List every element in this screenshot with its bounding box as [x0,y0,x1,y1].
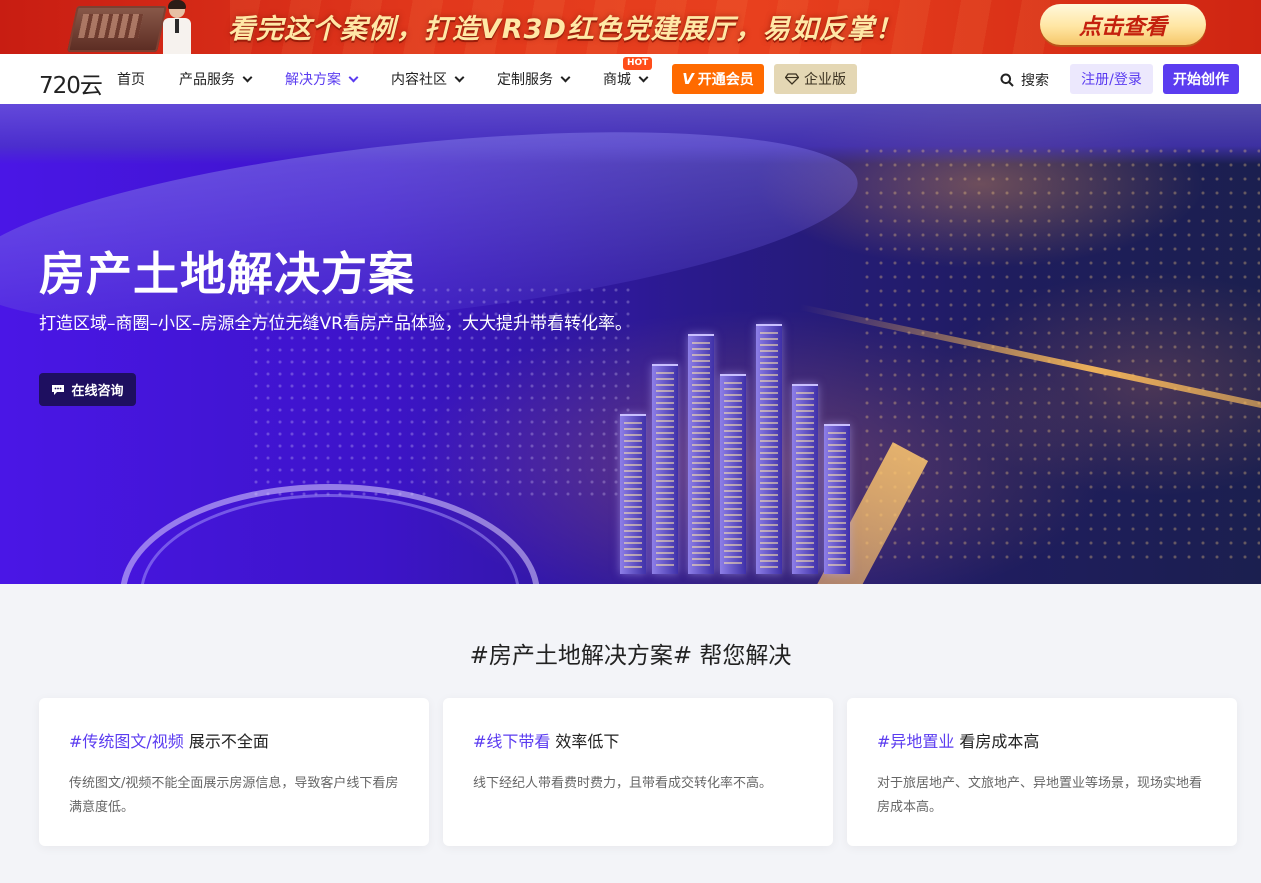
nav-item-label: 解决方案 [285,72,341,88]
chevron-down-icon [454,72,465,82]
online-consult-label: 在线咨询 [71,384,124,399]
card-description: 传统图文/视频不能全面展示房源信息，导致客户线下看房满意度低。 [69,776,399,815]
promo-banner[interactable]: 看完这个案例，打造VR3D红色党建展厅，易如反掌！ 点击查看 [0,0,1261,54]
card-title-text: 展示不全面 [188,732,269,751]
chevron-down-icon [348,72,359,82]
vip-icon: V [682,70,694,88]
card-description: 线下经纪人带看费时费力，且带看成交转化率不高。 [473,776,773,791]
online-consult-button[interactable]: 在线咨询 [39,373,136,406]
enterprise-label: 企业版 [804,72,846,88]
card-tag: #传统图文/视频 [69,732,184,751]
nav-item-home[interactable]: 首页 [117,54,145,104]
card-title: #传统图文/视频 展示不全面 [69,728,399,752]
nav-item-label: 产品服务 [179,72,235,88]
chevron-down-icon [638,72,649,82]
nav-item-solutions[interactable]: 解决方案 [285,54,359,104]
site-logo[interactable]: 720云 [39,66,103,100]
card-title: #线下带看 效率低下 [473,728,803,752]
open-vip-button[interactable]: V 开通会员 [672,64,764,94]
chevron-down-icon [242,72,253,82]
nav-item-products[interactable]: 产品服务 [179,54,253,104]
problem-card: #线下带看 效率低下 线下经纪人带看费时费力，且带看成交转化率不高。 [443,698,833,846]
enterprise-button[interactable]: 企业版 [774,64,857,94]
card-tag: #线下带看 [473,732,551,751]
start-creating-button[interactable]: 开始创作 [1163,64,1239,94]
hero-banner: 房产土地解决方案 打造区域–商圈–小区–房源全方位无缝VR看房产品体验，大大提升… [0,104,1261,584]
search-label: 搜索 [1021,73,1049,89]
nav-item-label: 商城 [603,72,631,88]
search-icon [1000,73,1014,87]
main-menu: 首页 产品服务 解决方案 内容社区 定制服务 HOT 商城 [117,54,681,104]
hero-city-lights [860,144,1260,564]
card-description: 对于旅居地产、文旅地产、异地置业等场景，现场实地看房成本高。 [877,776,1203,815]
section-title: #房产土地解决方案# 帮您解决 [469,643,792,669]
hero-subtitle: 打造区域–商圈–小区–房源全方位无缝VR看房产品体验，大大提升带看转化率。 [39,314,632,334]
card-title-text: 效率低下 [555,732,620,751]
nav-item-label: 内容社区 [391,72,447,88]
search-button[interactable]: 搜索 [1000,70,1049,90]
hero-towers [610,274,870,574]
card-title-text: 看房成本高 [959,732,1040,751]
register-login-button[interactable]: 注册/登录 [1070,64,1153,94]
card-tag: #异地置业 [877,732,955,751]
problem-card: #传统图文/视频 展示不全面 传统图文/视频不能全面展示房源信息，导致客户线下看房… [39,698,429,846]
nav-item-label: 定制服务 [497,72,553,88]
promo-presenter-image [160,0,194,54]
hot-badge: HOT [623,57,653,70]
open-vip-label: 开通会员 [697,72,754,88]
nav-item-label: 首页 [117,72,145,88]
nav-item-custom-service[interactable]: 定制服务 [497,54,571,104]
card-title: #异地置业 看房成本高 [877,728,1207,752]
nav-item-community[interactable]: 内容社区 [391,54,465,104]
promo-building-image [67,6,167,52]
chevron-down-icon [560,72,571,82]
promo-headline: 看完这个案例，打造VR3D红色党建展厅，易如反掌！ [228,14,903,45]
diamond-icon [785,73,799,85]
chat-icon [52,384,65,395]
hero-title: 房产土地解决方案 [39,247,415,301]
nav-item-store[interactable]: HOT 商城 [603,54,653,104]
top-navbar: 720云 首页 产品服务 解决方案 内容社区 定制服务 HOT 商城 V 开通会… [0,54,1261,104]
promo-view-button[interactable]: 点击查看 [1040,4,1206,45]
problem-card: #异地置业 看房成本高 对于旅居地产、文旅地产、异地置业等场景，现场实地看房成本高… [847,698,1237,846]
